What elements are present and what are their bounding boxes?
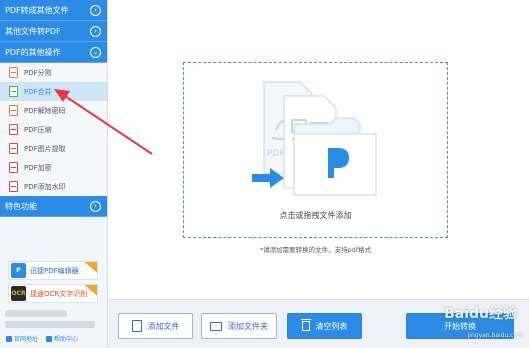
annotation-arrow (54, 89, 153, 155)
promo-ocr[interactable]: OCR 捷速OCR文字识别 (8, 284, 98, 303)
category-other-to-pdf[interactable]: 其他文件转PDF › (0, 21, 107, 42)
drop-instruction: 点击或拖拽文件添加 (279, 211, 352, 220)
chevron-right-icon: › (90, 26, 101, 37)
bottom-links: 官网地址 帮助中心 (6, 334, 78, 343)
ocr-logo-icon: OCR (11, 286, 26, 301)
pdf-file-icon (9, 143, 18, 154)
add-folder-button[interactable]: 添加文件夹 (201, 313, 277, 339)
pdf-editor-logo-icon: P (11, 263, 26, 278)
category-label: 特色功能 (5, 201, 37, 211)
website-link[interactable]: 官网地址 (6, 334, 38, 343)
pdf-file-icon (9, 105, 18, 116)
sidebar-item-watermark[interactable]: PDF添加水印 (0, 177, 107, 196)
promo-pdf-editor[interactable]: P 迅捷PDF编辑器 (8, 261, 98, 280)
baidu-watermark-url: jingyan.baidu.com (467, 332, 523, 339)
category-label: 其他文件转PDF (5, 26, 61, 36)
file-icon (131, 320, 142, 332)
website-link-label: 官网地址 (14, 336, 39, 343)
add-file-button[interactable]: 添加文件 (118, 313, 193, 339)
category-label: PDF的其他操作 (5, 47, 61, 57)
category-pdf-to-other[interactable]: PDF转成其他文件 › (0, 0, 107, 21)
home-icon (6, 335, 12, 342)
sidebar-item-label: PDF加密 (24, 163, 52, 172)
help-link[interactable]: 帮助中心 (46, 334, 78, 343)
help-icon (46, 335, 53, 342)
file-drop-zone[interactable]: PDF 点击或拖拽文件添加 (183, 62, 448, 238)
format-hint: *请添加需要转换的文件，支持pdf格式 (259, 246, 372, 254)
promo-label: 迅捷PDF编辑器 (30, 266, 79, 275)
category-label: PDF转成其他文件 (5, 5, 69, 15)
clear-list-button[interactable]: 清空列表 (287, 313, 362, 339)
promo-corner-badge (82, 262, 97, 275)
pdf-file-icon (9, 86, 18, 97)
folder-icon (210, 321, 222, 331)
chevron-right-icon: › (90, 5, 101, 16)
pdf-file-icon (9, 124, 18, 135)
add-files-illustration-icon: PDF (252, 81, 377, 196)
sidebar: PDF转成其他文件 › 其他文件转PDF › PDF的其他操作 ⌄ PDF分割 … (0, 0, 108, 348)
chevron-down-icon: ⌄ (90, 47, 101, 58)
pdf-file-icon (9, 162, 18, 173)
category-special[interactable]: 特色功能 › (0, 196, 107, 217)
add-file-label: 添加文件 (147, 321, 180, 331)
sidebar-item-encrypt[interactable]: PDF加密 (0, 158, 107, 177)
svg-text:PDF: PDF (267, 149, 285, 159)
sidebar-item-label: PDF分割 (24, 68, 52, 77)
chevron-right-icon: › (90, 201, 101, 212)
blurred-content (5, 310, 67, 317)
sidebar-item-label: PDF添加水印 (24, 182, 66, 191)
clear-list-label: 清空列表 (315, 321, 348, 331)
pdf-file-icon (9, 67, 18, 78)
help-link-label: 帮助中心 (54, 336, 79, 343)
baidu-watermark: Baidu经验 (444, 306, 517, 322)
blurred-content (5, 321, 95, 328)
category-pdf-other-ops[interactable]: PDF的其他操作 ⌄ (0, 42, 107, 63)
pdf-file-icon (9, 181, 18, 192)
promo-label: 捷速OCR文字识别 (30, 289, 88, 298)
trash-icon (300, 319, 311, 331)
add-folder-label: 添加文件夹 (228, 321, 268, 331)
